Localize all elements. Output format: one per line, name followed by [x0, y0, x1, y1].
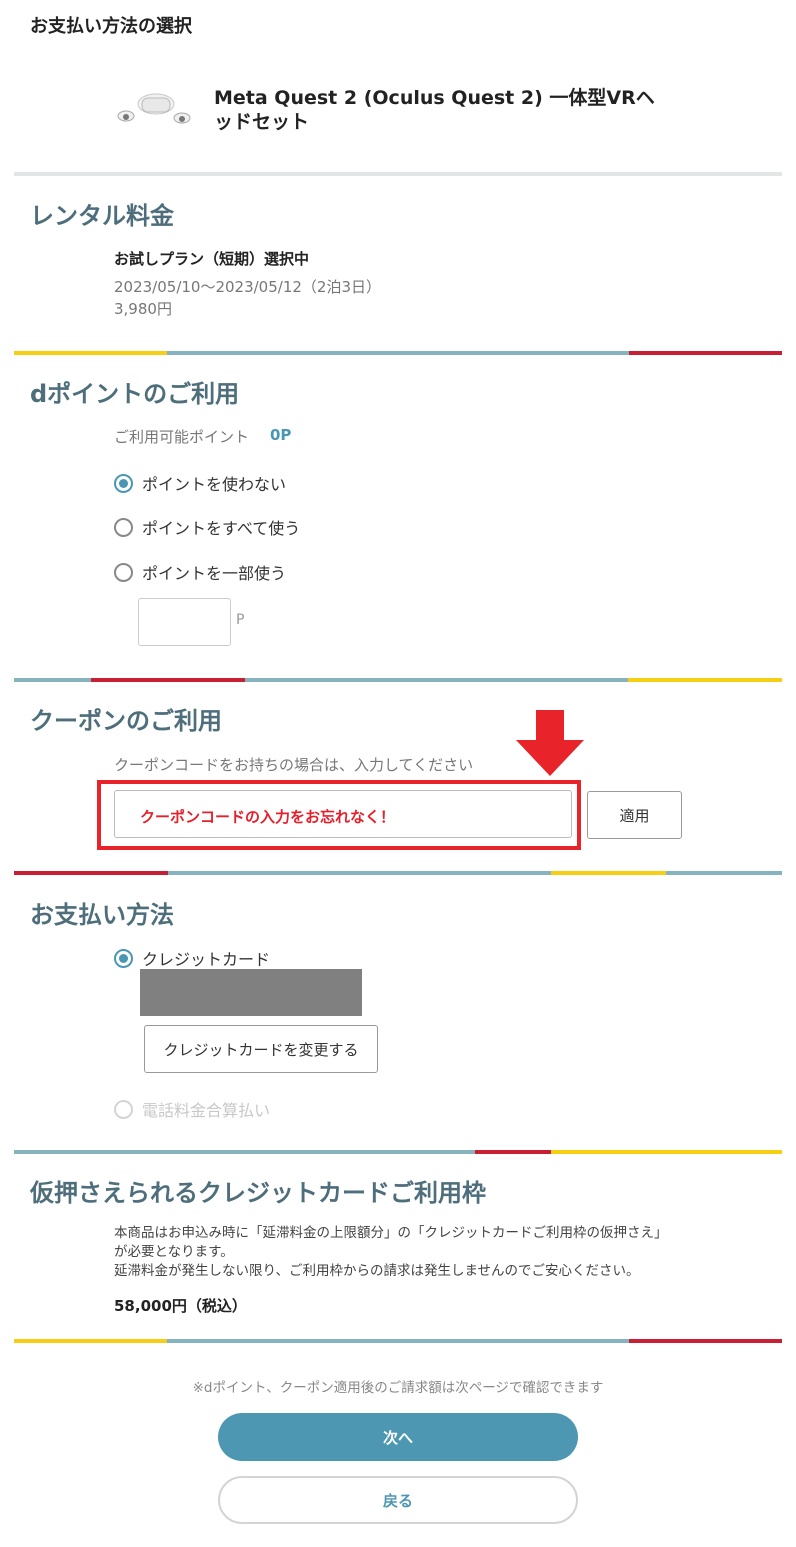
radio-no-points[interactable]: ポイントを使わない [114, 471, 286, 495]
radio-button[interactable] [114, 517, 133, 537]
change-card-button[interactable]: クレジットカードを変更する [144, 1025, 378, 1073]
radio-label: ポイントをすべて使う [142, 519, 301, 538]
coupon-reminder-note: クーポンコードの入力をお忘れなく！ [140, 808, 396, 826]
radio-button[interactable] [114, 473, 133, 493]
payment-section-title: お支払い方法 [30, 901, 174, 929]
radio-label: 電話料金合算払い [142, 1101, 271, 1120]
radio-button [114, 1099, 133, 1119]
section-divider [14, 871, 782, 875]
radio-label: ポイントを使わない [142, 475, 287, 494]
plan-name: お試しプラン（短期）選択中 [114, 250, 310, 268]
section-divider [14, 1150, 782, 1154]
masked-card-info [140, 969, 362, 1016]
points-amount-input[interactable] [138, 598, 231, 646]
radio-all-points[interactable]: ポイントをすべて使う [114, 515, 300, 539]
section-divider [14, 172, 782, 176]
radio-credit-card[interactable]: クレジットカード [114, 946, 270, 970]
dpoint-section-title: dポイントのご利用 [30, 380, 240, 408]
credit-hold-section-title: 仮押さえられるクレジットカードご利用枠 [30, 1179, 486, 1207]
next-button[interactable]: 次へ [218, 1413, 578, 1461]
radio-partial-points[interactable]: ポイントを一部使う [114, 560, 286, 584]
radio-label: クレジットカード [142, 950, 271, 969]
section-divider [14, 1339, 782, 1343]
page-title: お支払い方法の選択 [30, 16, 192, 37]
product-name: Meta Quest 2 (Oculus Quest 2) 一体型VRヘッドセッ… [214, 87, 655, 133]
notice-line: 本商品はお申込み時に「延滞料金の上限額分」の「クレジットカードご利用枠の仮押さえ… [114, 1225, 668, 1260]
coupon-hint: クーポンコードをお持ちの場合は、入力してください [114, 756, 474, 774]
rental-period: 2023/05/10〜2023/05/12（2泊3日） [114, 278, 381, 296]
radio-button[interactable] [114, 948, 133, 968]
arrow-down-icon [516, 710, 584, 776]
footer-note: ※dポイント、クーポン適用後のご請求額は次ページで確認できます [192, 1380, 604, 1396]
available-points-label: ご利用可能ポイント [114, 428, 250, 446]
coupon-section-title: クーポンのご利用 [30, 707, 222, 735]
vr-headset-icon [117, 93, 191, 124]
available-points-value: 0P [270, 426, 292, 444]
radio-button[interactable] [114, 562, 133, 582]
section-divider [14, 351, 782, 355]
section-divider [14, 678, 782, 682]
hold-amount: 58,000円（税込） [114, 1297, 247, 1315]
radio-label: ポイントを一部使う [142, 564, 287, 583]
back-button[interactable]: 戻る [218, 1476, 578, 1524]
radio-phone-billing: 電話料金合算払い [114, 1097, 270, 1121]
rental-section-title: レンタル料金 [30, 202, 174, 230]
notice-line: 延滞料金が発生しない限り、ご利用枠からの請求は発生しませんのでご安心ください。 [114, 1263, 640, 1279]
points-unit-label: P [236, 612, 245, 628]
apply-coupon-button[interactable]: 適用 [587, 791, 682, 839]
credit-hold-notice: 本商品はお申込み時に「延滞料金の上限額分」の「クレジットカードご利用枠の仮押さえ… [114, 1224, 674, 1281]
rental-price: 3,980円 [114, 300, 172, 318]
